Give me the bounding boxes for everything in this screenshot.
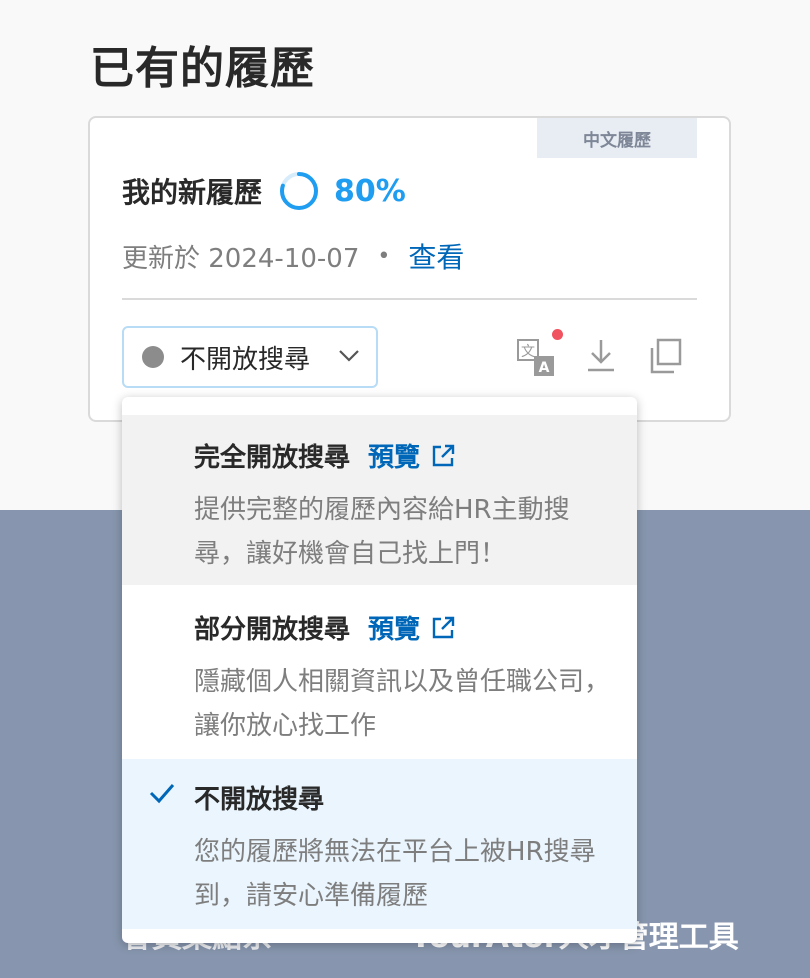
resume-name-row: 我的新履歷 80% [122,170,406,212]
option-full-public[interactable]: 完全開放搜尋 預覽 提供完整的履歷內容給HR主動搜尋，讓好機會自己找上門！ [122,415,637,585]
notification-dot [552,329,563,340]
copy-icon[interactable] [644,334,686,378]
option-description: 您的履歷將無法在平台上被HR搜尋到，請安心準備履歷 [194,837,596,911]
resume-card: 中文履歷 我的新履歷 80% 更新於 2024-10-07 • 查看 不開放搜尋… [88,116,731,422]
translate-icon[interactable]: 文 A [516,334,558,378]
completion-percent: 80% [334,173,406,209]
search-visibility-value: 不開放搜尋 [180,344,311,375]
external-link-icon [432,444,455,466]
option-description: 隱藏個人相關資訊以及曾任職公司，讓你放心找工作 [194,667,611,741]
page-title: 已有的履歷 [90,43,315,94]
search-visibility-select[interactable]: 不開放搜尋 [122,326,378,388]
status-dot [142,346,164,368]
option-partial-public[interactable]: 部分開放搜尋 預覽 隱藏個人相關資訊以及曾任職公司，讓你放心找工作 [122,587,637,757]
option-not-public[interactable]: 不開放搜尋 您的履歷將無法在平台上被HR搜尋到，請安心準備履歷 [122,759,637,929]
updated-row: 更新於 2024-10-07 • 查看 [122,236,464,276]
card-divider [122,298,697,300]
search-visibility-dropdown: 完全開放搜尋 預覽 提供完整的履歷內容給HR主動搜尋，讓好機會自己找上門！ 部分… [122,397,637,943]
option-description: 提供完整的履歷內容給HR主動搜尋，讓好機會自己找上門！ [194,495,570,569]
view-resume-link[interactable]: 查看 [408,236,464,276]
preview-link-partial[interactable]: 預覽 [368,609,456,646]
chevron-down-icon [339,350,359,362]
preview-link-full[interactable]: 預覽 [368,437,456,474]
download-icon[interactable] [580,334,622,378]
progress-ring-icon [280,172,319,210]
resume-name[interactable]: 我的新履歷 [122,171,262,211]
separator-dot: • [377,243,391,269]
svg-text:A: A [539,360,550,376]
check-icon [149,784,175,804]
option-title: 部分開放搜尋 [194,615,351,645]
language-tag: 中文履歷 [537,118,697,158]
option-title: 不開放搜尋 [194,785,325,815]
external-link-icon [432,616,455,638]
updated-date: 更新於 2024-10-07 [122,243,360,274]
svg-text:文: 文 [521,344,535,360]
option-title: 完全開放搜尋 [194,443,351,473]
